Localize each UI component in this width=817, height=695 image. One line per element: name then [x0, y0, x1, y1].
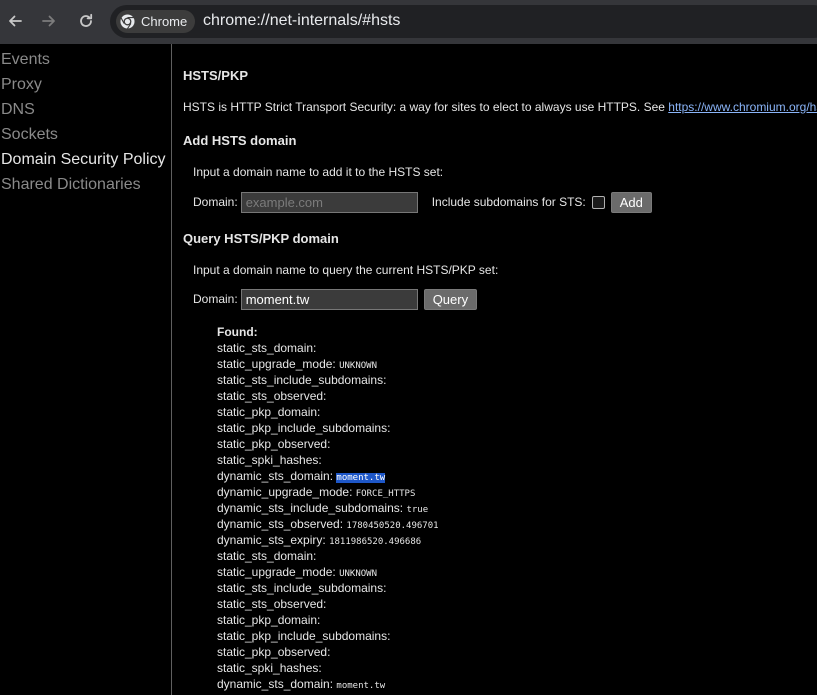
result-line: dynamic_upgrade_mode: FORCE_HTTPS — [217, 484, 439, 500]
query-results: Found: static_sts_domain: static_upgrade… — [217, 324, 439, 692]
result-key: static_pkp_domain: — [217, 613, 321, 627]
result-key: static_pkp_domain: — [217, 405, 321, 419]
add-button[interactable]: Add — [610, 191, 652, 213]
query-hsts-form: Domain: Query — [193, 288, 478, 310]
sidebar-item-dns[interactable]: DNS — [0, 97, 171, 122]
reload-icon — [80, 13, 93, 27]
result-key: static_sts_include_subdomains: — [217, 373, 387, 387]
sidebar: Events Proxy DNS Sockets Domain Security… — [0, 44, 172, 695]
result-key: static_spki_hashes: — [217, 453, 322, 467]
result-key: static_sts_observed: — [217, 389, 327, 403]
result-value-selected[interactable]: moment.tw — [336, 473, 386, 483]
result-value: FORCE_HTTPS — [355, 489, 416, 499]
found-label: Found: — [217, 325, 258, 339]
result-key: static_upgrade_mode: — [217, 565, 336, 579]
arrow-right-icon — [42, 15, 55, 27]
query-hsts-instruction: Input a domain name to query the current… — [193, 263, 499, 277]
include-subdomains-checkbox[interactable] — [591, 195, 605, 209]
sidebar-item-proxy[interactable]: Proxy — [0, 72, 171, 97]
forward-button[interactable] — [36, 8, 62, 34]
result-line: static_sts_observed: — [217, 388, 439, 404]
url-text[interactable]: chrome://net-internals/#hsts — [203, 12, 400, 30]
result-lines: static_sts_domain: static_upgrade_mode: … — [217, 340, 439, 692]
hsts-docs-link[interactable]: https://www.chromium.org/hsts — [668, 100, 817, 114]
result-key: static_pkp_include_subdomains: — [217, 629, 391, 643]
result-line: static_sts_include_subdomains: — [217, 372, 439, 388]
result-line: dynamic_sts_expiry: 1811986520.496686 — [217, 532, 439, 548]
result-line: static_pkp_include_subdomains: — [217, 628, 439, 644]
add-hsts-form: Domain: Include subdomains for STS: Add — [193, 191, 652, 213]
sidebar-item-domain-security-policy[interactable]: Domain Security Policy — [0, 147, 171, 172]
result-value: UNKNOWN — [339, 361, 378, 371]
page-title: HSTS/PKP — [183, 68, 249, 83]
result-line: static_sts_include_subdomains: — [217, 580, 439, 596]
description-text: HSTS is HTTP Strict Transport Security: … — [183, 100, 669, 114]
reload-button[interactable] — [73, 8, 99, 34]
sidebar-item-shared-dictionaries[interactable]: Shared Dictionaries — [0, 172, 171, 197]
result-line: static_pkp_domain: — [217, 404, 439, 420]
result-key: dynamic_sts_expiry: — [217, 533, 326, 547]
back-button[interactable] — [2, 8, 28, 34]
result-key: static_pkp_observed: — [217, 437, 331, 451]
result-key: dynamic_sts_domain: — [217, 677, 334, 691]
result-line: static_pkp_domain: — [217, 612, 439, 628]
add-domain-input[interactable] — [240, 191, 418, 213]
result-line: static_sts_domain: — [217, 548, 439, 564]
browser-toolbar: Chrome chrome://net-internals/#hsts — [0, 0, 817, 44]
add-hsts-heading: Add HSTS domain — [183, 133, 297, 148]
result-line: static_upgrade_mode: UNKNOWN — [217, 356, 439, 372]
site-chip[interactable]: Chrome — [116, 10, 196, 33]
result-value: 1811986520.496686 — [329, 537, 422, 547]
add-hsts-instruction: Input a domain name to add it to the HST… — [193, 165, 444, 179]
arrow-left-icon — [9, 15, 22, 27]
query-domain-label: Domain: — [193, 292, 238, 306]
result-key: dynamic_upgrade_mode: — [217, 485, 353, 499]
result-line: dynamic_sts_include_subdomains: true — [217, 500, 439, 516]
result-value: 1780450520.496701 — [346, 521, 439, 531]
sidebar-item-sockets[interactable]: Sockets — [0, 122, 171, 147]
result-key: static_spki_hashes: — [217, 661, 322, 675]
main-panel: HSTS/PKP HSTS is HTTP Strict Transport S… — [173, 44, 817, 695]
result-key: static_sts_include_subdomains: — [217, 581, 387, 595]
result-key: dynamic_sts_include_subdomains: — [217, 501, 404, 515]
result-line: static_spki_hashes: — [217, 660, 439, 676]
site-chip-label: Chrome — [141, 14, 188, 29]
result-line: static_pkp_observed: — [217, 644, 439, 660]
result-key: static_sts_observed: — [217, 597, 327, 611]
result-key: static_sts_domain: — [217, 341, 317, 355]
result-line: static_spki_hashes: — [217, 452, 439, 468]
result-key: static_sts_domain: — [217, 549, 317, 563]
result-key: static_pkp_observed: — [217, 645, 331, 659]
result-line: static_pkp_include_subdomains: — [217, 420, 439, 436]
address-bar[interactable]: Chrome chrome://net-internals/#hsts — [110, 5, 817, 38]
result-line: static_upgrade_mode: UNKNOWN — [217, 564, 439, 580]
result-line: static_sts_domain: — [217, 340, 439, 356]
result-key: static_pkp_include_subdomains: — [217, 421, 391, 435]
result-key: dynamic_sts_domain: — [217, 469, 334, 483]
sidebar-item-events[interactable]: Events — [0, 47, 171, 72]
page-description: HSTS is HTTP Strict Transport Security: … — [183, 100, 817, 114]
query-button[interactable]: Query — [423, 288, 478, 310]
result-line: dynamic_sts_observed: 1780450520.496701 — [217, 516, 439, 532]
result-line: dynamic_sts_domain: moment.tw — [217, 468, 439, 484]
result-key: dynamic_sts_observed: — [217, 517, 344, 531]
result-line: static_pkp_observed: — [217, 436, 439, 452]
result-value: true — [406, 505, 429, 515]
chrome-logo-icon — [120, 14, 135, 29]
include-subdomains-label: Include subdomains for STS: — [431, 195, 586, 209]
result-line: dynamic_sts_domain: moment.tw — [217, 676, 439, 692]
query-hsts-heading: Query HSTS/PKP domain — [183, 231, 339, 246]
result-line: static_sts_observed: — [217, 596, 439, 612]
add-domain-label: Domain: — [193, 195, 238, 209]
result-value: UNKNOWN — [339, 569, 378, 579]
result-value: moment.tw — [336, 681, 386, 691]
result-key: static_upgrade_mode: — [217, 357, 336, 371]
query-domain-input[interactable] — [240, 288, 418, 310]
